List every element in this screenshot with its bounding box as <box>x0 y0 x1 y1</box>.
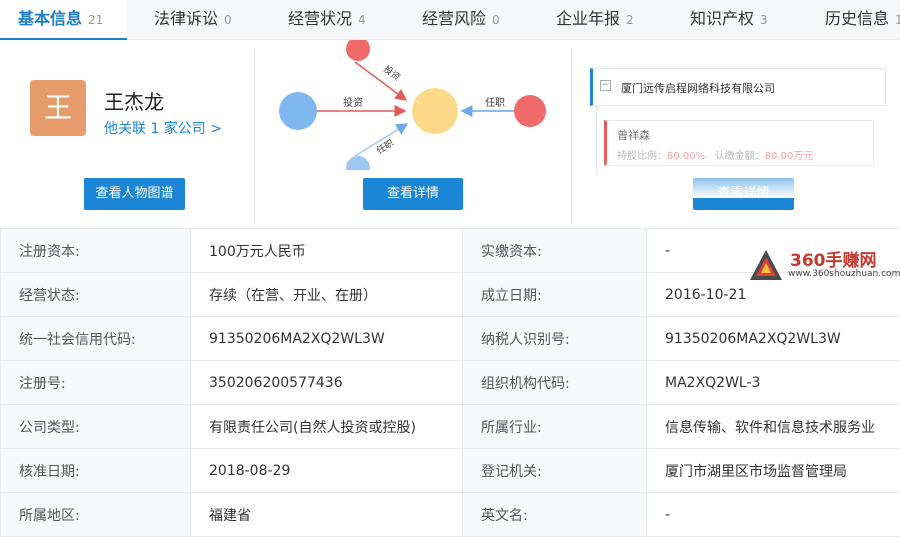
tab-count: 0 <box>492 13 500 27</box>
watermark-logo-icon <box>748 248 784 282</box>
watermark-url: www.360shouzhuan.com <box>788 269 900 279</box>
tab-count: 1 <box>895 13 900 27</box>
field-label: 经营状态: <box>1 273 191 317</box>
tab-legal[interactable]: 法律诉讼 0 <box>154 0 232 40</box>
edge-label: 任职 <box>485 96 505 109</box>
node-center <box>412 88 458 134</box>
field-value: MA2XQ2WL-3 <box>647 361 900 405</box>
field-value: 有限责任公司(自然人投资或控股) <box>191 405 463 449</box>
tab-label: 法律诉讼 <box>154 9 218 28</box>
field-value: 91350206MA2XQ2WL3W <box>647 317 900 361</box>
tab-label: 经营风险 <box>422 9 486 28</box>
tab-label: 历史信息 <box>825 9 889 28</box>
tab-count: 0 <box>224 13 232 27</box>
field-label: 统一社会信用代码: <box>1 317 191 361</box>
field-label: 成立日期: <box>463 273 647 317</box>
info-row: 核准日期:2018-08-29登记机关:厦门市湖里区市场监督管理局 <box>1 449 900 493</box>
tab-operations[interactable]: 经营状况 4 <box>288 0 366 40</box>
field-label: 组织机构代码: <box>463 361 647 405</box>
collapse-icon[interactable]: − <box>600 80 611 91</box>
tab-count: 2 <box>626 13 634 27</box>
tab-count: 3 <box>760 13 768 27</box>
tab-risk[interactable]: 经营风险 0 <box>422 0 500 40</box>
tab-annual-report[interactable]: 企业年报 2 <box>556 0 634 40</box>
field-value: 存续（在营、开业、在册） <box>191 273 463 317</box>
watermark-title: 360手赚网 <box>790 246 877 271</box>
legal-person-card: 王 王杰龙 他关联 1 家公司 > 查看人物图谱 <box>0 40 254 228</box>
field-label: 英文名: <box>463 493 647 537</box>
node-left <box>279 92 317 130</box>
equity-company-name: 厦门远传启程网络科技有限公司 <box>621 80 775 96</box>
summary-cards: 王 王杰龙 他关联 1 家公司 > 查看人物图谱 投资 <box>0 40 900 228</box>
equity-tree: − 厦门远传启程网络科技有限公司 曾祥森 持股比例：80.00% 认缴金额：80… <box>590 66 890 196</box>
field-label: 所属地区: <box>1 493 191 537</box>
edge-label: 投资 <box>381 63 403 83</box>
node-right <box>514 95 546 127</box>
edge-label: 投资 <box>343 96 363 109</box>
info-row: 统一社会信用代码:91350206MA2XQ2WL3W纳税人识别号:913502… <box>1 317 900 361</box>
tab-label: 知识产权 <box>690 9 754 28</box>
field-label: 纳税人识别号: <box>463 317 647 361</box>
field-value: 91350206MA2XQ2WL3W <box>191 317 463 361</box>
related-company-link[interactable]: 他关联 1 家公司 > <box>104 118 222 138</box>
view-person-graph-button[interactable]: 查看人物图谱 <box>84 178 185 210</box>
field-label: 注册资本: <box>1 229 191 273</box>
tab-history[interactable]: 历史信息 1 <box>825 0 900 40</box>
field-label: 登记机关: <box>463 449 647 493</box>
node-bottom <box>346 156 370 170</box>
tab-label: 经营状况 <box>288 9 352 28</box>
view-graph-detail-button[interactable]: 查看详情 <box>363 178 463 210</box>
field-label: 公司类型: <box>1 405 191 449</box>
person-name[interactable]: 王杰龙 <box>104 86 164 115</box>
field-value: 350206200577436 <box>191 361 463 405</box>
tab-bar: 基本信息 21 法律诉讼 0 经营状况 4 经营风险 0 企业年报 2 知识产权 3 历史信… <box>0 0 900 40</box>
field-value: 2018-08-29 <box>191 449 463 493</box>
edge-label: 任职 <box>374 137 396 157</box>
field-label: 实缴资本: <box>463 229 647 273</box>
tab-count: 4 <box>358 13 366 27</box>
field-value: 100万元人民币 <box>191 229 463 273</box>
tab-count: 21 <box>88 13 103 27</box>
edge-invest-2 <box>355 62 406 100</box>
field-value: 信息传输、软件和信息技术服务业 <box>647 405 900 449</box>
relation-graph: 投资 投资 任职 任职 <box>255 40 571 170</box>
info-row: 公司类型:有限责任公司(自然人投资或控股)所属行业:信息传输、软件和信息技术服务… <box>1 405 900 449</box>
watermark: 360手赚网 www.360shouzhuan.com <box>748 246 898 286</box>
field-label: 所属行业: <box>463 405 647 449</box>
info-row: 所属地区:福建省英文名:- <box>1 493 900 537</box>
field-value: 厦门市湖里区市场监督管理局 <box>647 449 900 493</box>
tab-ip[interactable]: 知识产权 3 <box>690 0 768 40</box>
field-label: 核准日期: <box>1 449 191 493</box>
tab-label: 基本信息 <box>18 9 82 28</box>
info-row: 注册号:350206200577436组织机构代码:MA2XQ2WL-3 <box>1 361 900 405</box>
field-value: - <box>647 493 900 537</box>
equity-company-node[interactable]: − 厦门远传启程网络科技有限公司 <box>590 68 886 106</box>
tab-basic-info[interactable]: 基本信息 21 <box>0 0 127 40</box>
node-top <box>346 40 370 61</box>
tab-label: 企业年报 <box>556 9 620 28</box>
avatar: 王 <box>30 80 86 136</box>
equity-holder-name: 曾祥森 <box>617 127 650 143</box>
fade-overlay <box>590 158 890 198</box>
field-value: 福建省 <box>191 493 463 537</box>
relation-graph-card: 投资 投资 任职 任职 查看详情 <box>255 40 571 228</box>
field-label: 注册号: <box>1 361 191 405</box>
